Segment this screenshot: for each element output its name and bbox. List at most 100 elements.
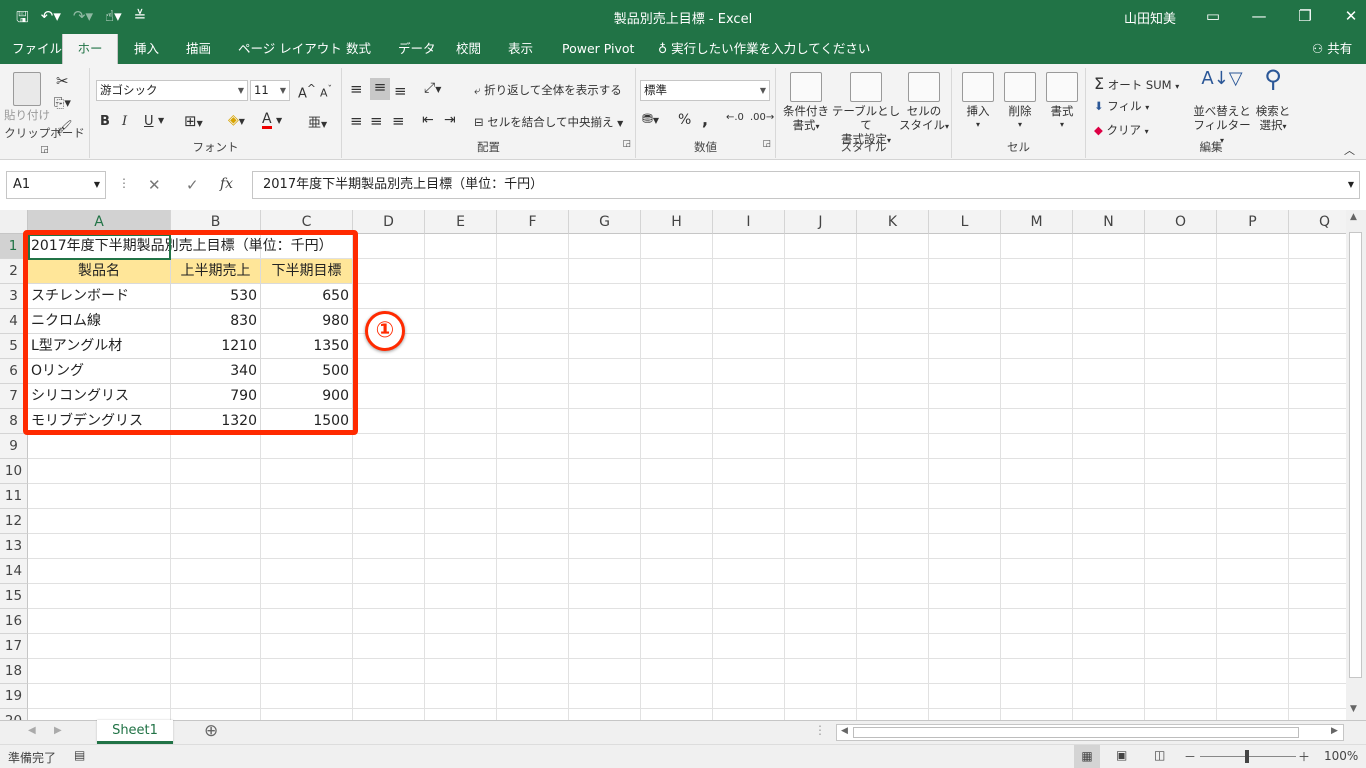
align-bottom-icon[interactable]: ≡ [394,82,407,100]
column-header-b[interactable]: B [171,210,261,234]
font-size-combo[interactable]: 11 ▼ [250,80,290,101]
row-header-20[interactable]: 20 [0,709,28,720]
column-header-l[interactable]: L [929,210,1001,234]
comma-button[interactable]: , [702,110,708,129]
cell-b8[interactable]: 1320 [171,409,261,434]
clear-button[interactable]: ◆ クリア ▾ [1094,122,1149,138]
column-header-n[interactable]: N [1073,210,1145,234]
paste-button[interactable]: 貼り付け [4,72,50,122]
underline-button[interactable]: U [144,114,154,129]
column-header-o[interactable]: O [1145,210,1217,234]
row-header-7[interactable]: 7 [0,384,28,409]
scroll-up-icon[interactable]: ▲ [1350,212,1357,222]
merge-center-button[interactable]: ⊟ セルを結合して中央揃え ▼ [474,114,623,130]
row-header-19[interactable]: 19 [0,684,28,709]
row-header-8[interactable]: 8 [0,409,28,434]
format-as-table-button[interactable]: テーブルとして 書式設定▾ [830,72,902,148]
align-center-icon[interactable]: ≡ [370,112,383,130]
user-name[interactable]: 山田知美 [1124,8,1176,27]
scroll-thumb[interactable] [1349,232,1362,678]
redo-icon[interactable]: ↷▾ [73,7,93,32]
find-select-button[interactable]: ⚲ 検索と 選択▾ [1252,67,1294,134]
cell-a5[interactable]: L型アングル材 [28,334,171,359]
cell-c6[interactable]: 500 [261,359,353,384]
tab-page-layout[interactable]: ページ レイアウト [228,34,352,64]
align-right-icon[interactable]: ≡ [392,112,405,130]
scroll-right-icon[interactable]: ▶ [1331,726,1338,736]
delete-cells-button[interactable]: 削除 ▾ [1000,72,1040,132]
phonetic-icon[interactable]: 亜▼ [308,112,327,131]
enter-icon[interactable]: ✓ [186,176,199,194]
row-header-15[interactable]: 15 [0,584,28,609]
borders-icon[interactable]: ⊞▼ [184,112,203,130]
cell-b4[interactable]: 830 [171,309,261,334]
next-sheet-icon[interactable]: ▶ [54,725,62,736]
close-icon[interactable]: ✕ [1328,4,1366,28]
tell-me-box[interactable]: ♁ 実行したい作業を入力してください [658,34,870,64]
wrap-text-button[interactable]: ⤶ 折り返して全体を表示する [474,82,622,98]
cell-c4[interactable]: 980 [261,309,353,334]
tab-view[interactable]: 表示 [498,34,543,64]
column-header-d[interactable]: D [353,210,425,234]
tab-power-pivot[interactable]: Power Pivot [552,34,644,64]
fill-button[interactable]: ⬇ フィル ▾ [1094,98,1149,114]
cell-styles-button[interactable]: セルの スタイル▾ [898,72,950,134]
cell-b6[interactable]: 340 [171,359,261,384]
page-break-view-icon[interactable]: ◫ [1154,748,1165,762]
dialog-launcher-icon[interactable]: ◲ [762,139,771,149]
scroll-down-icon[interactable]: ▼ [1350,704,1357,714]
decrease-decimal-icon[interactable]: .00→ [750,112,774,123]
row-header-6[interactable]: 6 [0,359,28,384]
format-cells-button[interactable]: 書式 ▾ [1042,72,1082,132]
expand-formula-icon[interactable]: ▼ [1348,172,1354,198]
cell-a3[interactable]: スチレンボード [28,284,171,309]
shrink-font-button[interactable]: Aˇ [320,84,332,100]
prev-sheet-icon[interactable]: ◀ [28,725,36,736]
column-header-c[interactable]: C [261,210,353,234]
row-header-13[interactable]: 13 [0,534,28,559]
cell-c3[interactable]: 650 [261,284,353,309]
accounting-format-icon[interactable]: ⛃▼ [642,112,659,127]
conditional-formatting-button[interactable]: 条件付き 書式▾ [778,72,834,134]
row-header-4[interactable]: 4 [0,309,28,334]
column-header-e[interactable]: E [425,210,497,234]
align-top-icon[interactable]: ≡ [350,80,363,98]
cell-a4[interactable]: ニクロム線 [28,309,171,334]
row-header-11[interactable]: 11 [0,484,28,509]
add-sheet-icon[interactable]: ⊕ [204,721,218,741]
row-header-12[interactable]: 12 [0,509,28,534]
chevron-down-icon[interactable]: ▼ [158,116,164,125]
column-header-g[interactable]: G [569,210,641,234]
row-header-10[interactable]: 10 [0,459,28,484]
orientation-icon[interactable]: ⤢▼ [424,80,441,96]
italic-button[interactable]: I [122,114,127,129]
cell-b2[interactable]: 上半期売上 [171,259,261,284]
row-header-1[interactable]: 1 [0,234,28,259]
share-button[interactable]: ⚇ 共有 [1312,34,1352,64]
copy-icon[interactable]: ⎘▾ [54,96,71,111]
column-header-q[interactable]: Q [1289,210,1346,234]
font-color-icon[interactable]: A [262,112,272,129]
cell-b7[interactable]: 790 [171,384,261,409]
zoom-level[interactable]: 100% [1324,749,1358,763]
dialog-launcher-icon[interactable]: ◲ [40,145,49,155]
cell-b3[interactable]: 530 [171,284,261,309]
restore-icon[interactable]: ❐ [1282,4,1328,28]
cell-a1[interactable]: 2017年度下半期製品別売上目標（単位：千円） [28,234,333,259]
scroll-left-icon[interactable]: ◀ [841,726,848,736]
cell-a2[interactable]: 製品名 [28,259,171,284]
zoom-in-button[interactable]: ＋ [1298,748,1310,765]
row-header-18[interactable]: 18 [0,659,28,684]
column-header-h[interactable]: H [641,210,713,234]
row-header-3[interactable]: 3 [0,284,28,309]
bold-button[interactable]: B [100,114,110,129]
horizontal-scrollbar[interactable]: ◀ ▶ [836,724,1344,741]
page-layout-view-icon[interactable]: ▣ [1116,748,1127,762]
cell-a7[interactable]: シリコングリス [28,384,171,409]
fill-color-icon[interactable]: ◈▼ [228,112,245,128]
tab-draw[interactable]: 描画 [176,34,221,64]
increase-decimal-icon[interactable]: ←.0 [726,112,744,123]
cell-c7[interactable]: 900 [261,384,353,409]
cut-icon[interactable]: ✂ [56,72,69,90]
select-all-corner[interactable] [0,210,28,234]
